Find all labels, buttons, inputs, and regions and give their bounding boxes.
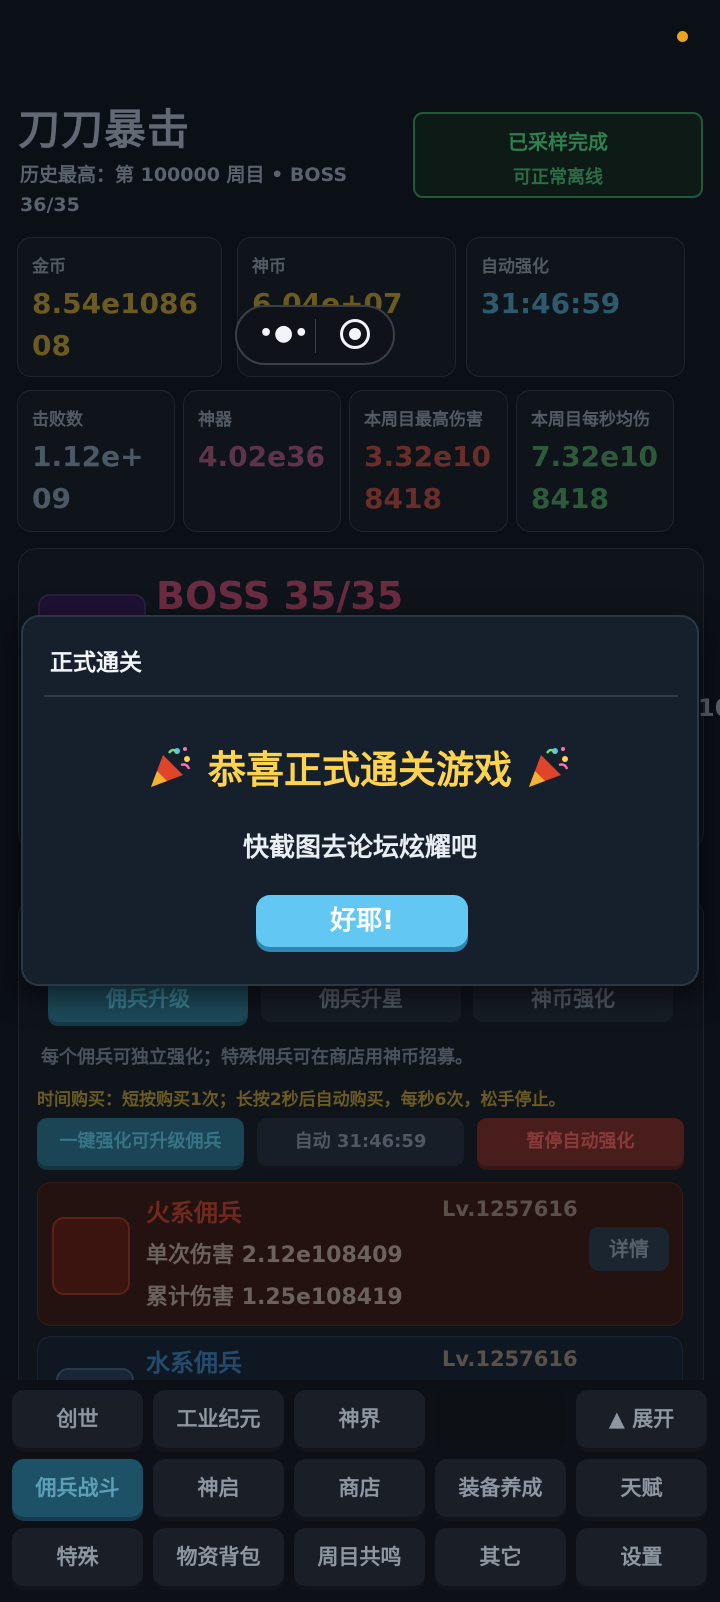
history-record: 历史最高：第 100000 周目 • BOSS 36/35 bbox=[20, 164, 348, 216]
merc-name: 火系佣兵 bbox=[146, 1199, 242, 1227]
merc-single-damage: 单次伤害 2.12e108409 bbox=[146, 1243, 403, 1268]
status-dot bbox=[677, 31, 688, 42]
merc-level: Lv.1257616 bbox=[442, 1197, 578, 1221]
merc-level: Lv.1257616 bbox=[442, 1347, 578, 1371]
stat-label: 本周目每秒均伤 bbox=[531, 410, 650, 430]
nav-equipment[interactable]: 装备养成 bbox=[435, 1459, 566, 1517]
nav-settings[interactable]: 设置 bbox=[576, 1528, 707, 1586]
more-dots-icon[interactable]: •●• bbox=[259, 321, 309, 346]
stat-label: 金币 bbox=[32, 257, 66, 277]
stat-label: 神币 bbox=[252, 257, 286, 277]
stat-value: 1.12e+09 bbox=[32, 440, 144, 515]
miniprogram-capsule: •●• bbox=[235, 305, 395, 365]
game-title: 刀刀暴击 bbox=[18, 105, 191, 154]
nav-expand[interactable]: ▲ 展开 bbox=[576, 1390, 707, 1448]
stat-card-dps: 本周目每秒均伤 7.32e108418 bbox=[516, 390, 674, 532]
nav-divine-realm[interactable]: 神界 bbox=[294, 1390, 425, 1448]
merc-card-fire[interactable]: 火系佣兵 Lv.1257616 单次伤害 2.12e108409 累计伤害 1.… bbox=[37, 1182, 683, 1326]
modal-title: 正式通关 bbox=[50, 650, 142, 676]
stat-label: 自动强化 bbox=[481, 257, 549, 277]
stat-value: 31:46:59 bbox=[481, 287, 621, 320]
nav-industrial-era[interactable]: 工业纪元 bbox=[153, 1390, 284, 1448]
stat-value: 7.32e108418 bbox=[531, 440, 659, 515]
capsule-divider bbox=[315, 319, 316, 353]
confirm-button[interactable]: 好耶! bbox=[256, 895, 468, 947]
stat-value: 3.32e108418 bbox=[364, 440, 492, 515]
auto-timer-button[interactable]: 自动 31:46:59 bbox=[257, 1118, 464, 1166]
merc-detail-button[interactable]: 详情 bbox=[589, 1227, 669, 1271]
modal-headline-row: 恭喜正式通关游戏 bbox=[23, 739, 697, 794]
bottom-navigation: 创世 工业纪元 神界 ▲ 展开 佣兵战斗 神启 商店 装备养成 天赋 特殊 物资… bbox=[0, 1380, 720, 1602]
nav-merc-battle[interactable]: 佣兵战斗 bbox=[12, 1459, 143, 1517]
stat-label: 击败数 bbox=[32, 410, 83, 430]
merc-avatar bbox=[52, 1217, 130, 1295]
clear-game-modal: 正式通关 恭喜正式通关游戏 快截图去论坛炫耀吧 好耶! bbox=[21, 615, 699, 986]
nav-talent[interactable]: 天赋 bbox=[576, 1459, 707, 1517]
boss-title: BOSS 35/35 bbox=[156, 574, 404, 618]
stat-card-kills: 击败数 1.12e+09 bbox=[17, 390, 175, 532]
stat-label: 本周目最高伤害 bbox=[364, 410, 483, 430]
upgrade-all-button[interactable]: 一键强化可升级佣兵 bbox=[37, 1118, 244, 1166]
target-icon[interactable] bbox=[340, 319, 370, 349]
nav-inventory[interactable]: 物资背包 bbox=[153, 1528, 284, 1586]
merc-name: 水系佣兵 bbox=[146, 1349, 242, 1377]
sample-status-box: 已采样完成 可正常离线 bbox=[413, 112, 703, 198]
party-popper-icon bbox=[529, 747, 569, 787]
pause-auto-button[interactable]: 暂停自动强化 bbox=[477, 1118, 684, 1166]
stat-card-artifact: 神器 4.02e36 bbox=[183, 390, 341, 532]
sample-status-line1: 已采样完成 bbox=[508, 130, 608, 154]
nav-empty-slot bbox=[435, 1390, 566, 1448]
modal-headline: 恭喜正式通关游戏 bbox=[207, 748, 512, 792]
party-popper-icon bbox=[150, 747, 190, 787]
merc-total-damage: 累计伤害 1.25e108419 bbox=[146, 1285, 403, 1310]
nav-creation[interactable]: 创世 bbox=[12, 1390, 143, 1448]
stat-value: 4.02e36 bbox=[198, 440, 326, 473]
nav-others[interactable]: 其它 bbox=[435, 1528, 566, 1586]
merc-tip: 每个佣兵可独立强化；特殊佣兵可在商店用神币招募。 bbox=[41, 1047, 473, 1068]
nav-shop[interactable]: 商店 bbox=[294, 1459, 425, 1517]
nav-special[interactable]: 特殊 bbox=[12, 1528, 143, 1586]
boss-edge-text: 10 bbox=[698, 694, 720, 722]
modal-subtitle: 快截图去论坛炫耀吧 bbox=[242, 833, 477, 863]
purchase-tip: 时间购买：短按购买1次；长按2秒后自动购买，每秒6次，松手停止。 bbox=[37, 1090, 566, 1110]
stat-value: 8.54e108608 bbox=[32, 287, 199, 362]
modal-divider bbox=[44, 695, 678, 697]
stat-card-auto-upgrade: 自动强化 31:46:59 bbox=[466, 237, 685, 377]
sample-status-line2: 可正常离线 bbox=[513, 167, 603, 188]
nav-cycle-resonance[interactable]: 周目共鸣 bbox=[294, 1528, 425, 1586]
nav-revelation[interactable]: 神启 bbox=[153, 1459, 284, 1517]
stat-label: 神器 bbox=[198, 410, 232, 430]
stat-card-max-damage: 本周目最高伤害 3.32e108418 bbox=[349, 390, 508, 532]
stat-card-gold: 金币 8.54e108608 bbox=[17, 237, 222, 377]
